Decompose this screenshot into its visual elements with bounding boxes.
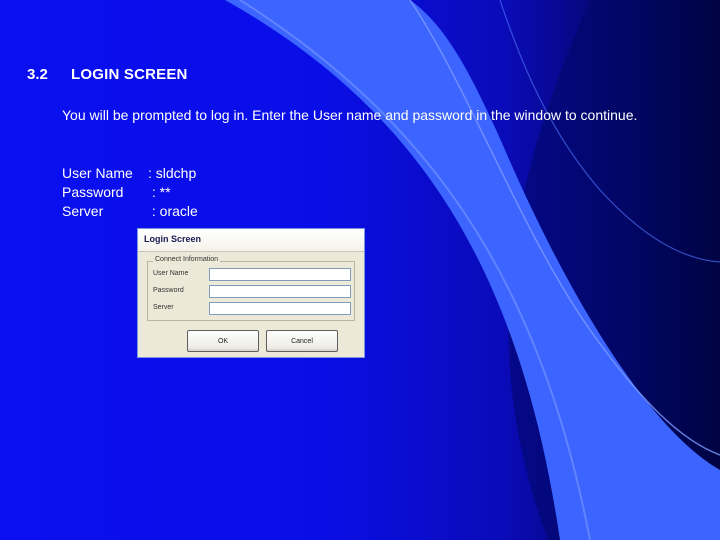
intro-text: You will be prompted to log in. Enter th…: [62, 107, 638, 123]
credential-row-username: User Name : sldchp: [62, 164, 198, 183]
server-input[interactable]: [209, 302, 351, 315]
username-label: User Name: [153, 270, 189, 277]
credential-label: Server: [62, 203, 104, 219]
password-input[interactable]: [209, 285, 351, 298]
server-row: Server: [153, 302, 353, 316]
connect-information-group: Connect Information User Name Password S…: [147, 256, 355, 321]
username-input[interactable]: [209, 268, 351, 281]
credential-row-server: Server : oracle: [62, 202, 198, 221]
username-row: User Name: [153, 268, 353, 282]
group-label: Connect Information: [153, 256, 221, 263]
password-row: Password: [153, 285, 353, 299]
credential-label: Password: [62, 184, 124, 200]
credential-value: : sldchp: [148, 165, 197, 181]
password-label: Password: [153, 287, 184, 294]
cancel-button[interactable]: Cancel: [266, 330, 338, 352]
credential-value: : oracle: [148, 203, 198, 219]
credential-label: User Name: [62, 165, 133, 181]
credentials-list: User Name : sldchp Password : ** Server …: [62, 164, 198, 221]
window-titlebar[interactable]: Login Screen: [138, 229, 364, 252]
server-label: Server: [153, 304, 174, 311]
login-window: Login Screen Connect Information User Na…: [137, 228, 365, 358]
credential-value: : **: [148, 184, 171, 200]
slide-title: LOGIN SCREEN: [71, 66, 188, 83]
ok-button[interactable]: OK: [187, 330, 259, 352]
window-title: Login Screen: [144, 234, 202, 244]
credential-row-password: Password : **: [62, 183, 198, 202]
slide-number: 3.2: [27, 66, 48, 83]
